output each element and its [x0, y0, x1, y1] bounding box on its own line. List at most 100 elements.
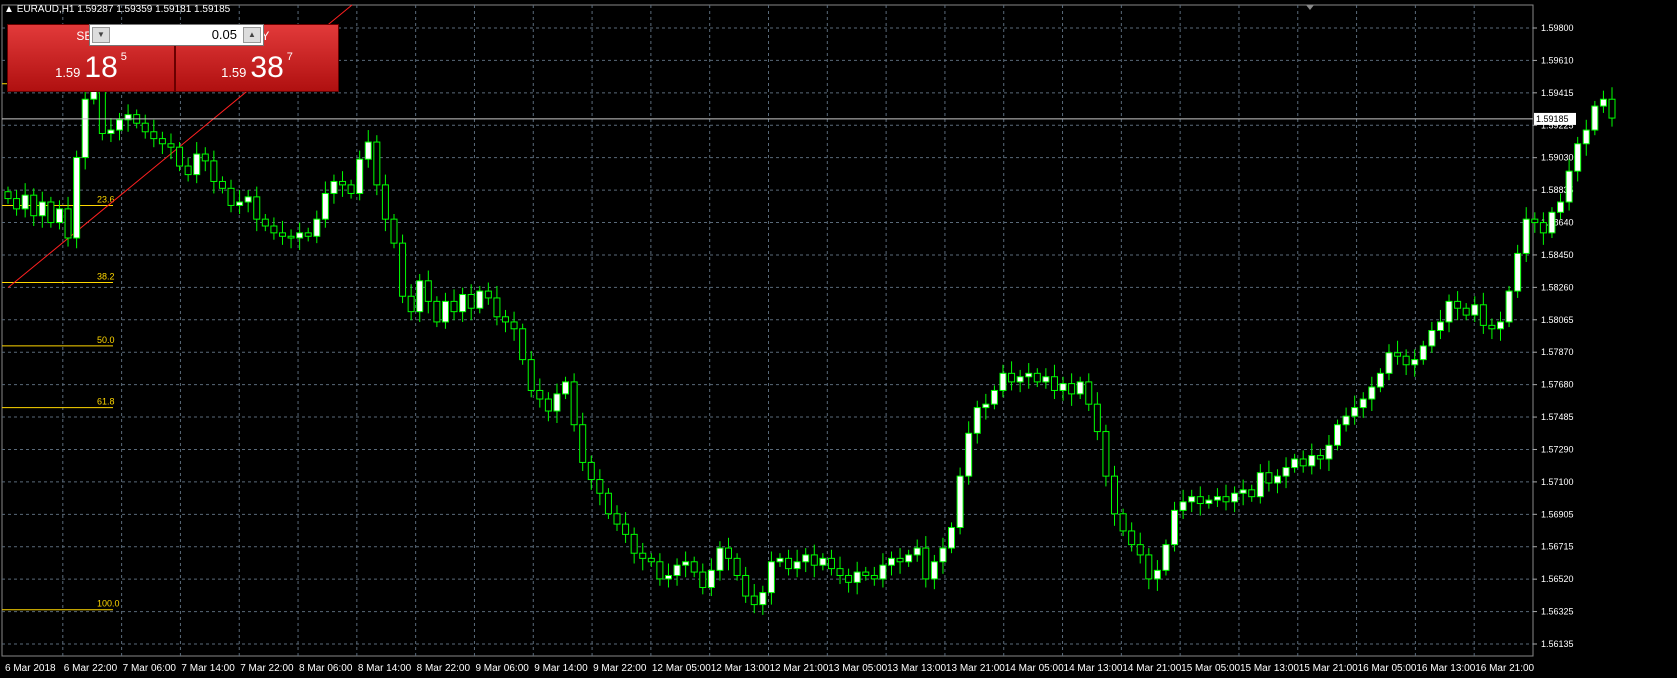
candle-body: [973, 407, 981, 434]
candle-body: [682, 561, 690, 566]
candle-body: [913, 547, 921, 556]
candle-body: [1102, 431, 1110, 477]
candle-body: [21, 194, 29, 210]
candle-body: [373, 141, 381, 186]
candle-body: [845, 574, 853, 583]
candle-body: [1539, 222, 1547, 234]
current-price-label: 1.59185: [1536, 114, 1569, 124]
fib-level-label: 100.0: [97, 599, 120, 609]
price-axis-label: 1.59800: [1541, 23, 1574, 33]
one-click-trading-panel: SELL 1.59185 BUY 1.59387 ▼ 0.05 ▲: [7, 24, 339, 92]
candle-body: [1299, 458, 1307, 467]
candle-body: [956, 475, 964, 529]
candle-body: [1419, 345, 1427, 361]
candle-body: [1428, 330, 1436, 347]
candle-body: [1076, 381, 1084, 395]
candle-body: [1291, 458, 1299, 469]
candle-body: [218, 180, 226, 189]
candle-body: [1162, 544, 1170, 571]
candle-body: [604, 492, 612, 515]
fib-level-label: 38.2: [97, 272, 115, 282]
time-axis-label: 14 Mar 05:00: [1005, 663, 1064, 674]
candle-body: [1334, 424, 1342, 446]
candle-body: [1454, 300, 1462, 309]
price-axis-label: 1.57870: [1541, 347, 1574, 357]
candle-body: [339, 180, 347, 186]
candle-body: [827, 557, 835, 570]
candle-body: [416, 280, 424, 313]
time-axis-label: 7 Mar 22:00: [240, 663, 294, 674]
collapse-arrow-icon[interactable]: ▲: [4, 4, 14, 15]
candle-body: [1205, 499, 1213, 505]
candle-body: [73, 156, 81, 239]
candle-body: [587, 461, 595, 481]
lot-size-value[interactable]: 0.05: [212, 27, 237, 42]
candle-body: [622, 523, 630, 535]
candle-body: [1599, 98, 1607, 107]
candle-body: [613, 513, 621, 525]
price-axis-label: 1.56325: [1541, 607, 1574, 617]
candle-body: [1411, 359, 1419, 366]
sell-price-prefix: 1.59: [55, 65, 81, 80]
time-axis-label: 7 Mar 06:00: [123, 663, 177, 674]
candle-body: [1557, 201, 1565, 213]
price-axis-label: 1.57290: [1541, 444, 1574, 454]
candle-body: [236, 201, 244, 206]
candle-body: [1119, 513, 1127, 532]
candle-body: [870, 574, 878, 580]
sell-price-sup: 5: [120, 51, 127, 63]
candle-body: [1145, 554, 1153, 580]
candle-body: [484, 290, 492, 299]
candle-body: [536, 389, 544, 400]
candle-body: [948, 527, 956, 549]
candle-body: [304, 232, 312, 237]
candle-body: [1531, 218, 1539, 224]
time-axis-label: 13 Mar 13:00: [887, 663, 946, 674]
candle-body: [1068, 383, 1076, 395]
lot-size-input[interactable]: ▼ 0.05 ▲: [89, 24, 264, 46]
candle-body: [467, 294, 475, 309]
candle-body: [699, 571, 707, 588]
candle-body: [647, 557, 655, 563]
candle-body: [1548, 211, 1556, 234]
candle-body: [433, 300, 441, 323]
candle-body: [1153, 569, 1161, 580]
candle-body: [1282, 467, 1290, 477]
candle-body: [1136, 544, 1144, 556]
candle-body: [1505, 290, 1513, 323]
candle-body: [1265, 472, 1273, 484]
candle-body: [1342, 415, 1350, 426]
time-axis-label: 9 Mar 22:00: [593, 663, 647, 674]
candle-body: [939, 547, 947, 563]
candle-body: [630, 533, 638, 554]
buy-price-big: 38: [250, 51, 284, 84]
price-axis-label: 1.58260: [1541, 282, 1574, 292]
chart-title: ▲ EURAUD,H1 1.59287 1.59359 1.59181 1.59…: [4, 4, 230, 15]
price-chart[interactable]: 6 Mar 2018 6 Mar 22:00 7 Mar 06:00 7 Mar 14…: [0, 0, 1677, 678]
candle-body: [493, 297, 501, 318]
lot-decrease-icon[interactable]: ▼: [92, 27, 110, 43]
candle-body: [639, 552, 647, 559]
fib-level-label: 50.0: [97, 335, 115, 345]
candle-body: [742, 574, 750, 597]
candle-body: [270, 225, 278, 234]
candle-body: [150, 131, 158, 140]
candle-body: [1273, 475, 1281, 484]
candle-body: [1462, 307, 1470, 316]
candle-body: [544, 398, 552, 412]
candle-body: [1222, 496, 1230, 503]
candle-body: [1325, 444, 1333, 460]
candle-body: [1128, 530, 1136, 546]
lot-increase-icon[interactable]: ▲: [243, 27, 261, 43]
candle-body: [1436, 321, 1444, 331]
buy-price-sup: 7: [286, 51, 293, 63]
chart-shift-marker: [1306, 5, 1314, 10]
time-axis-label: 8 Mar 14:00: [358, 663, 412, 674]
candle-body: [1514, 252, 1522, 292]
candle-body: [896, 557, 904, 563]
candle-body: [244, 196, 252, 203]
time-axis-label: 13 Mar 21:00: [946, 663, 1005, 674]
time-axis-label: 12 Mar 13:00: [711, 663, 770, 674]
candle-body: [793, 561, 801, 570]
price-axis-label: 1.56715: [1541, 542, 1574, 552]
